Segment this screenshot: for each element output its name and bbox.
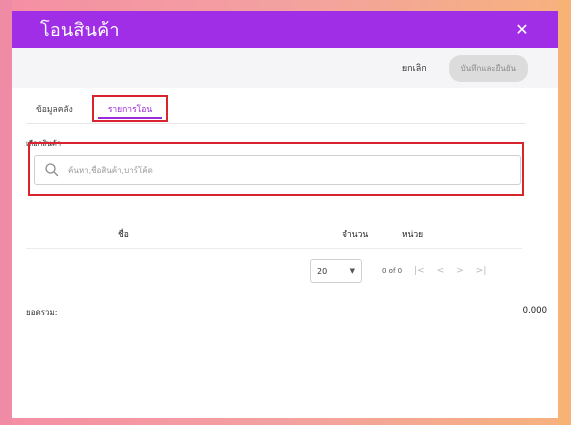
page-range: 0 of 0 — [382, 267, 403, 275]
pagination: 20 ▼ 0 of 0 |< < > >| — [310, 258, 486, 284]
backdrop-right — [558, 0, 571, 425]
rows-per-page-select[interactable]: 20 ▼ — [310, 259, 362, 283]
action-bar: ยกเลิก บันทึกและยืนยัน — [12, 48, 558, 88]
last-page-icon[interactable]: >| — [476, 266, 487, 276]
tab-transfer-list[interactable]: รายการโอน — [92, 95, 168, 122]
tab-inventory-info[interactable]: ข้อมูลคลัง — [36, 102, 73, 116]
product-search-input[interactable] — [66, 164, 470, 176]
rows-per-page-value: 20 — [317, 266, 328, 276]
search-icon — [45, 163, 59, 177]
prev-page-icon[interactable]: < — [437, 266, 445, 276]
cancel-button[interactable]: ยกเลิก — [394, 57, 435, 79]
product-search-box[interactable] — [34, 155, 521, 185]
column-quantity: จำนวน — [342, 230, 369, 240]
total-label: ยอดรวม: — [26, 308, 58, 317]
close-icon[interactable]: ✕ — [512, 20, 532, 39]
chevron-down-icon: ▼ — [349, 267, 355, 275]
tab-bar: ข้อมูลคลัง รายการโอน — [26, 95, 526, 124]
dialog-title: โอนสินค้า — [40, 20, 120, 41]
transfer-dialog: โอนสินค้า ✕ ยกเลิก บันทึกและยืนยัน — [12, 11, 558, 418]
backdrop-left — [0, 0, 12, 425]
column-unit: หน่วย — [402, 230, 424, 240]
next-page-icon[interactable]: > — [456, 266, 464, 276]
save-confirm-button[interactable]: บันทึกและยืนยัน — [448, 54, 528, 82]
total-value: 0.000 — [522, 306, 547, 316]
first-page-icon[interactable]: |< — [414, 266, 425, 276]
dialog-header: โอนสินค้า ✕ — [12, 11, 558, 48]
column-name: ชื่อ — [118, 230, 129, 240]
table-header: ชื่อ จำนวน หน่วย — [26, 220, 522, 249]
